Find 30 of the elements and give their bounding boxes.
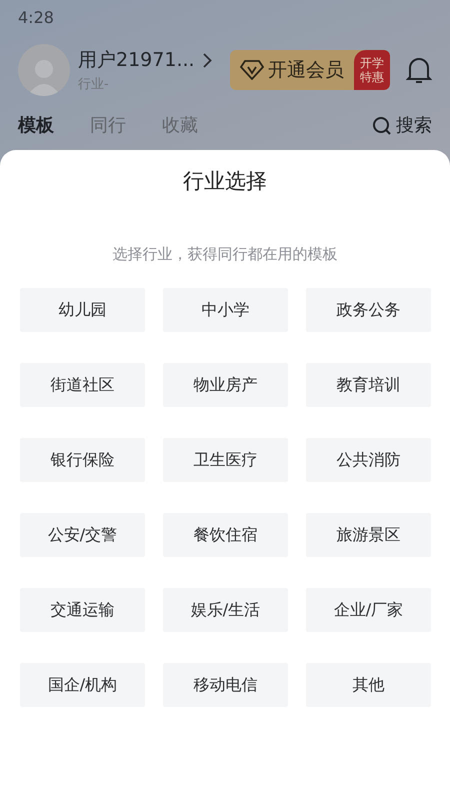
diamond-icon — [240, 60, 264, 80]
vip-button[interactable]: 开通会员 开学特惠 — [230, 50, 390, 90]
industry-option[interactable]: 国企/机构 — [20, 663, 145, 707]
industry-option[interactable]: 企业/厂家 — [306, 588, 431, 632]
industry-option[interactable]: 公安/交警 — [20, 513, 145, 557]
industry-option[interactable]: 娱乐/生活 — [163, 588, 288, 632]
industry-option[interactable]: 中小学 — [163, 288, 288, 332]
promo-badge: 开学特惠 — [354, 50, 390, 90]
industry-option[interactable]: 物业房产 — [163, 363, 288, 407]
chevron-right-icon[interactable] — [202, 52, 212, 68]
industry-option[interactable]: 公共消防 — [306, 438, 431, 482]
industry-option[interactable]: 街道社区 — [20, 363, 145, 407]
industry-option[interactable]: 其他 — [306, 663, 431, 707]
search-button[interactable]: 搜索 — [372, 112, 432, 139]
industry-option[interactable]: 移动电信 — [163, 663, 288, 707]
sheet-subtitle: 选择行业，获得同行都在用的模板 — [112, 244, 338, 264]
industry-option[interactable]: 幼儿园 — [20, 288, 145, 332]
industry-option[interactable]: 餐饮住宿 — [163, 513, 288, 557]
industry-option[interactable]: 卫生医疗 — [163, 438, 288, 482]
industry-option[interactable]: 教育培训 — [306, 363, 431, 407]
bell-icon[interactable] — [406, 55, 432, 85]
industry-option[interactable]: 政务公务 — [306, 288, 431, 332]
industry-option[interactable]: 银行保险 — [20, 438, 145, 482]
user-name[interactable]: 用户21971... — [78, 46, 195, 74]
industry-option[interactable]: 旅游景区 — [306, 513, 431, 557]
search-icon — [372, 116, 392, 136]
tab[interactable]: 模板 — [18, 112, 54, 139]
industry-option[interactable]: 交通运输 — [20, 588, 145, 632]
status-time: 4:28 — [18, 7, 55, 29]
sheet-title: 行业选择 — [182, 168, 268, 195]
